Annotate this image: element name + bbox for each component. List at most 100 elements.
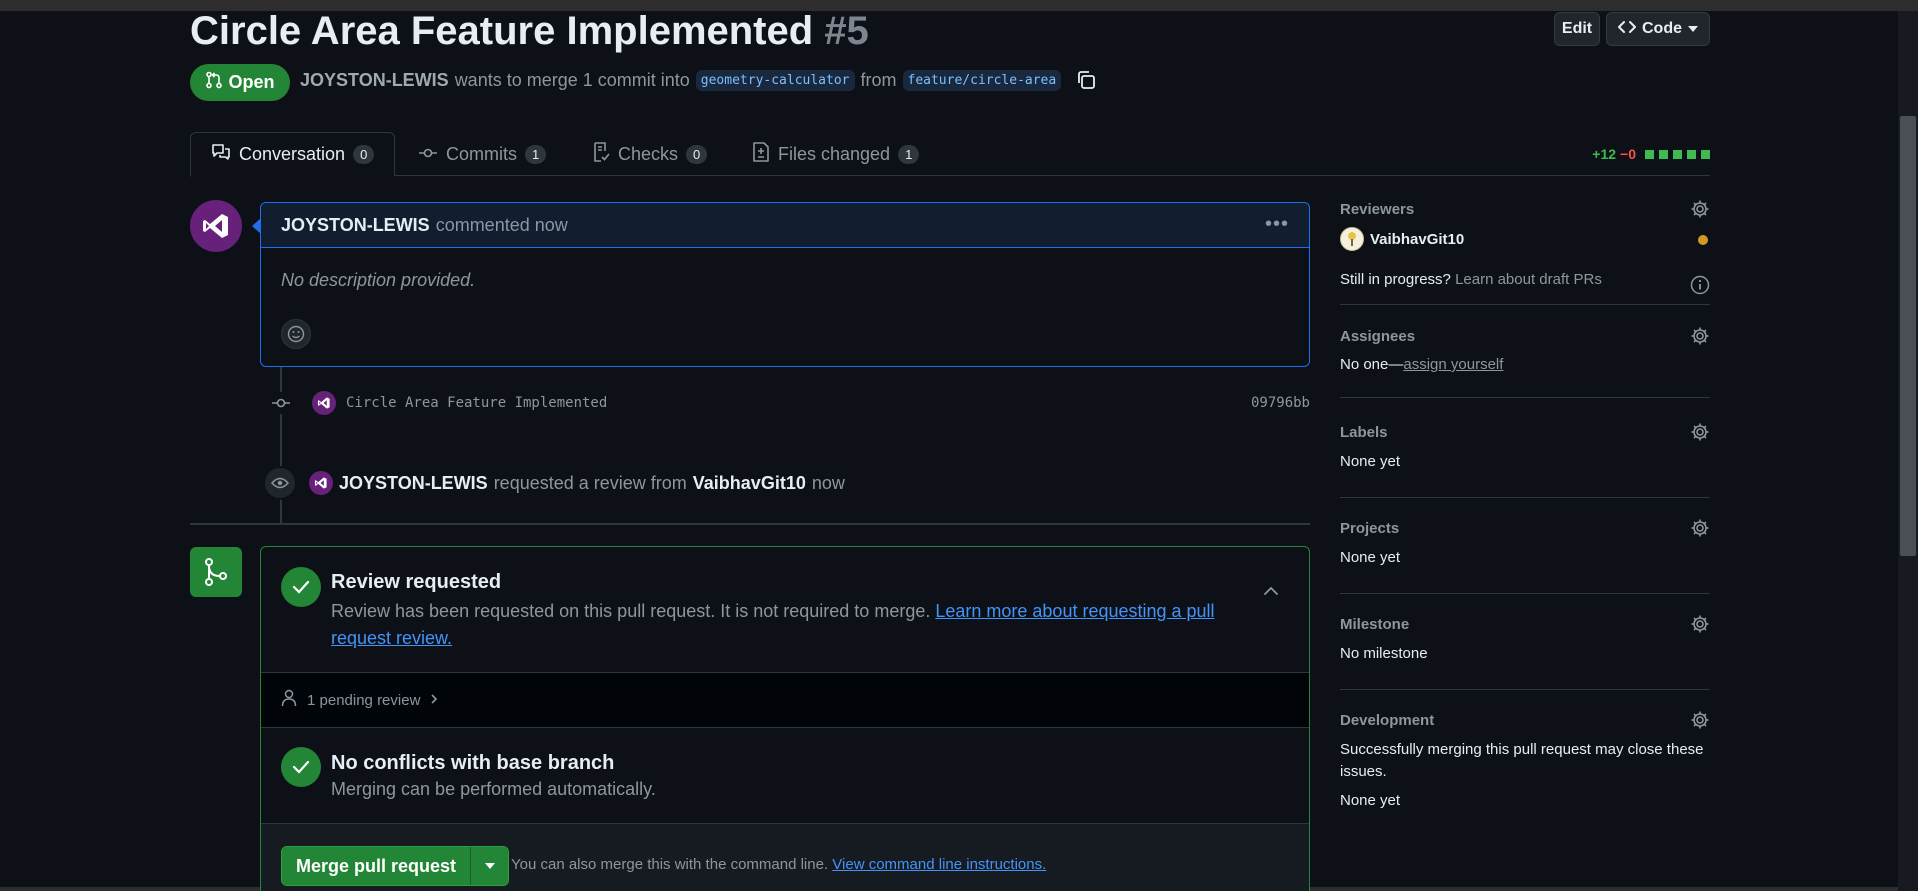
comment-body: No description provided. xyxy=(281,270,476,290)
event-reviewer[interactable]: VaibhavGit10 xyxy=(693,473,806,494)
tab-conversation[interactable]: Conversation 0 xyxy=(190,132,396,177)
draft-pr-link[interactable]: Learn about draft PRs xyxy=(1455,271,1602,288)
sidebar-reviewers: Reviewers VaibhavGit10 Still in progress… xyxy=(1340,199,1710,305)
labels-heading[interactable]: Labels xyxy=(1340,424,1388,441)
tab-label: Checks xyxy=(618,144,679,164)
assignees-heading[interactable]: Assignees xyxy=(1340,328,1415,345)
pr-tabs: Conversation 0 Commits 1 Checks 0 Files … xyxy=(190,132,1710,177)
labels-value: None yet xyxy=(1340,453,1401,470)
eye-icon xyxy=(263,466,297,500)
review-desc-text: Review has been requested on this pull r… xyxy=(331,601,931,621)
gear-icon[interactable] xyxy=(1690,199,1710,224)
comment-card: JOYSTON-LEWIS commented now ••• No descr… xyxy=(260,202,1310,367)
merge-method-dropdown[interactable] xyxy=(470,847,509,885)
tab-label: Conversation xyxy=(239,144,346,164)
gear-icon[interactable] xyxy=(1690,326,1710,351)
diffstat-block xyxy=(1659,149,1668,159)
event-time[interactable]: now xyxy=(812,473,845,494)
scrollbar[interactable] xyxy=(1898,11,1918,891)
review-request-event: JOYSTON-LEWIS requested a review from Va… xyxy=(263,465,845,501)
check-circle-icon xyxy=(281,567,321,607)
sidebar-milestone: Milestone No milestone xyxy=(1340,614,1710,690)
comment-author[interactable]: JOYSTON-LEWIS xyxy=(281,215,430,236)
gear-icon[interactable] xyxy=(1690,614,1710,639)
comment-discussion-icon xyxy=(211,143,231,166)
tab-counter: 1 xyxy=(525,145,547,164)
sidebar-assignees: Assignees No one—assign yourself xyxy=(1340,326,1710,398)
visual-studio-logo-icon xyxy=(314,477,327,489)
development-heading[interactable]: Development xyxy=(1340,712,1434,729)
tab-counter: 0 xyxy=(686,145,708,164)
review-requested-desc: Review has been requested on this pull r… xyxy=(331,598,1231,652)
reviewer-avatar xyxy=(1340,227,1364,251)
commit-sha[interactable]: 09796bb xyxy=(1251,395,1310,411)
pending-review-label: 1 pending review xyxy=(307,691,421,709)
development-value: None yet xyxy=(1340,792,1401,809)
reviewers-heading[interactable]: Reviewers xyxy=(1340,201,1414,218)
no-conflicts-title: No conflicts with base branch xyxy=(331,752,615,774)
git-pull-request-icon xyxy=(205,71,223,94)
smiley-icon xyxy=(287,325,305,343)
tab-files-changed[interactable]: Files changed 1 xyxy=(732,132,939,177)
copy-icon[interactable] xyxy=(1075,69,1097,91)
git-merge-icon xyxy=(190,547,242,597)
comment-header: JOYSTON-LEWIS commented now xyxy=(261,203,1309,248)
code-button-label: Code xyxy=(1642,20,1682,37)
sidebar-development: Development Successfully merging this pu… xyxy=(1340,710,1710,822)
additions-count: +12 xyxy=(1592,146,1617,162)
head-branch[interactable]: feature/circle-area xyxy=(902,69,1062,91)
comment-time[interactable]: commented now xyxy=(436,215,568,236)
event-text: requested a review from xyxy=(493,472,687,493)
git-commit-icon xyxy=(270,392,292,414)
visual-studio-logo-icon xyxy=(317,397,330,409)
pr-title-text: Circle Area Feature Implemented xyxy=(190,9,814,53)
command-line-link[interactable]: View command line instructions. xyxy=(832,856,1046,873)
projects-heading[interactable]: Projects xyxy=(1340,520,1399,537)
assignees-none: No one— xyxy=(1340,356,1404,373)
reviewer-name: VaibhavGit10 xyxy=(1370,230,1465,248)
reviewer-item[interactable]: VaibhavGit10 xyxy=(1340,227,1464,251)
scrollbar-thumb[interactable] xyxy=(1900,116,1916,556)
tab-commits[interactable]: Commits 1 xyxy=(398,132,566,177)
tab-checks[interactable]: Checks 0 xyxy=(572,132,727,177)
author-avatar[interactable] xyxy=(190,200,242,252)
gear-icon[interactable] xyxy=(1690,710,1710,735)
event-author[interactable]: JOYSTON-LEWIS xyxy=(339,473,488,494)
kebab-horizontal-icon[interactable]: ••• xyxy=(1265,213,1289,236)
assign-yourself-link[interactable]: assign yourself xyxy=(1403,356,1503,373)
info-icon[interactable] xyxy=(1690,275,1710,300)
merge-button-label[interactable]: Merge pull request xyxy=(282,847,471,885)
state-badge: Open xyxy=(190,64,290,101)
review-requested-title: Review requested xyxy=(331,571,502,593)
file-diff-icon xyxy=(752,142,770,167)
commit-message[interactable]: Circle Area Feature Implemented xyxy=(346,395,607,411)
sidebar-projects: Projects None yet xyxy=(1340,518,1710,594)
checklist-icon xyxy=(592,142,610,167)
milestone-heading[interactable]: Milestone xyxy=(1340,616,1409,633)
edit-button[interactable]: Edit xyxy=(1554,12,1600,46)
event-author-avatar[interactable] xyxy=(309,471,333,495)
tab-label: Commits xyxy=(446,144,517,164)
diffstat[interactable]: +12 −0 xyxy=(1592,146,1710,162)
from-text: from xyxy=(860,69,897,90)
sidebar-labels: Labels None yet xyxy=(1340,422,1710,498)
chevron-down-icon xyxy=(484,863,495,869)
draft-question: Still in progress? xyxy=(1340,271,1451,288)
code-button[interactable]: Code xyxy=(1606,12,1710,46)
merge-pull-request-button[interactable]: Merge pull request xyxy=(281,846,510,886)
person-icon xyxy=(281,689,297,711)
commit-author-avatar[interactable] xyxy=(312,391,336,415)
add-reaction-button[interactable] xyxy=(281,319,311,349)
chevron-up-icon[interactable] xyxy=(1263,583,1279,601)
base-branch[interactable]: geometry-calculator xyxy=(695,69,855,91)
gear-icon[interactable] xyxy=(1690,422,1710,447)
draft-hint: Still in progress? Learn about draft PRs xyxy=(1340,271,1602,288)
gear-icon[interactable] xyxy=(1690,518,1710,543)
pending-review-row[interactable]: 1 pending review xyxy=(261,672,1309,728)
page-title: Circle Area Feature Implemented #5 xyxy=(190,11,869,51)
state-label: Open xyxy=(228,72,275,92)
visual-studio-logo-icon xyxy=(203,214,228,238)
pr-author-link[interactable]: JOYSTON-LEWIS xyxy=(300,70,449,91)
chevron-down-icon xyxy=(1688,26,1698,32)
pending-status-dot xyxy=(1698,235,1708,245)
